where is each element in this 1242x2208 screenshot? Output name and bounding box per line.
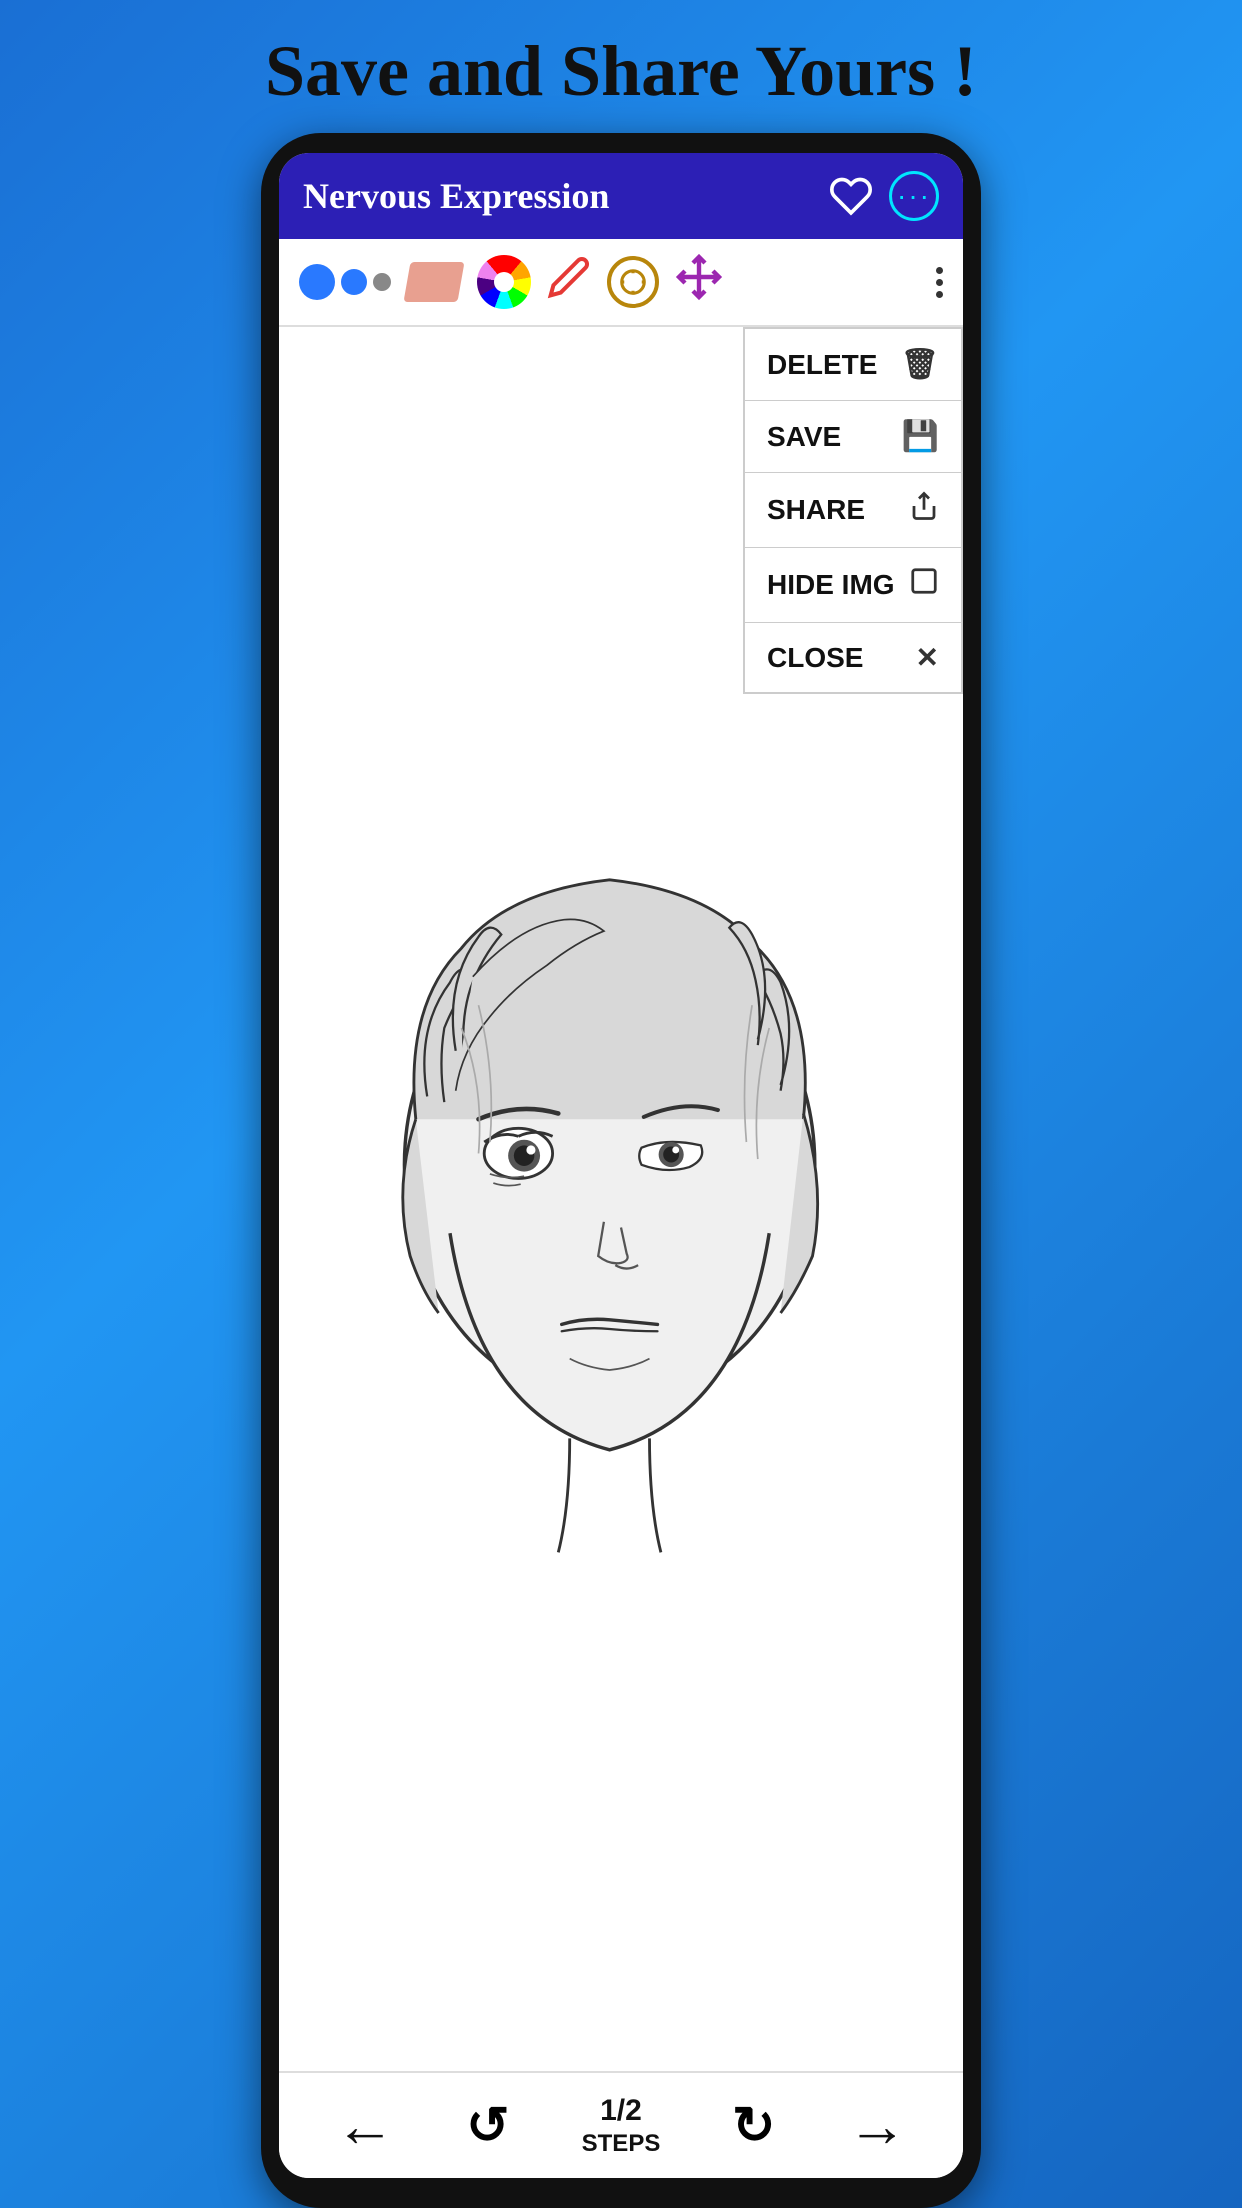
hide-img-label: HIDE IMG (767, 569, 895, 601)
brush-tool[interactable] (299, 264, 391, 300)
menu-share[interactable]: SHARE (745, 473, 961, 548)
menu-delete[interactable]: DELETE 🗑 (745, 329, 961, 401)
save-label: SAVE (767, 421, 841, 453)
forward-button[interactable]: → (847, 2091, 907, 2160)
more-options-icon[interactable]: ··· (889, 171, 939, 221)
brush-big (299, 264, 335, 300)
eraser-tool[interactable] (403, 262, 464, 302)
share-label: SHARE (767, 494, 865, 526)
menu-hide-img[interactable]: HIDE IMG (745, 548, 961, 623)
steps-counter: 1/2 STEPS (582, 2094, 661, 2158)
color-wheel-tool[interactable] (477, 255, 531, 309)
move-tool[interactable] (675, 253, 723, 311)
toolbar-more-icon[interactable] (936, 267, 943, 298)
phone-device: Nervous Expression ··· (261, 133, 981, 2208)
back-button[interactable]: ← (335, 2091, 395, 2160)
app-title: Nervous Expression (303, 175, 609, 217)
replay-left-button[interactable]: ↻ (466, 2096, 510, 2156)
hide-icon (909, 566, 939, 604)
heart-icon[interactable] (829, 174, 873, 218)
menu-close[interactable]: CLOSE ✕ (745, 623, 961, 692)
canvas-area[interactable]: DELETE 🗑 SAVE 💾 SHARE (279, 327, 963, 2071)
brush-med (341, 269, 367, 295)
bottom-navigation: ← ↻ 1/2 STEPS ↻ → (279, 2071, 963, 2178)
steps-fraction: 1/2 (600, 2094, 642, 2128)
share-icon (909, 491, 939, 529)
app-header: Nervous Expression ··· (279, 153, 963, 239)
select-tool[interactable] (607, 256, 659, 308)
save-icon: 💾 (902, 419, 939, 454)
phone-screen: Nervous Expression ··· (279, 153, 963, 2178)
pencil-tool[interactable] (547, 255, 591, 309)
toolbar (279, 239, 963, 327)
close-label: CLOSE (767, 642, 863, 674)
delete-label: DELETE (767, 349, 877, 381)
top-label: Save and Share Yours ! (265, 30, 977, 113)
header-icons: ··· (829, 171, 939, 221)
replay-right-button[interactable]: ↻ (732, 2096, 776, 2156)
steps-label: STEPS (582, 2130, 661, 2158)
menu-save[interactable]: SAVE 💾 (745, 401, 961, 473)
brush-small (373, 273, 391, 291)
close-icon: ✕ (916, 641, 939, 674)
dropdown-menu: DELETE 🗑 SAVE 💾 SHARE (743, 327, 963, 694)
trash-icon: 🗑 (901, 347, 939, 382)
